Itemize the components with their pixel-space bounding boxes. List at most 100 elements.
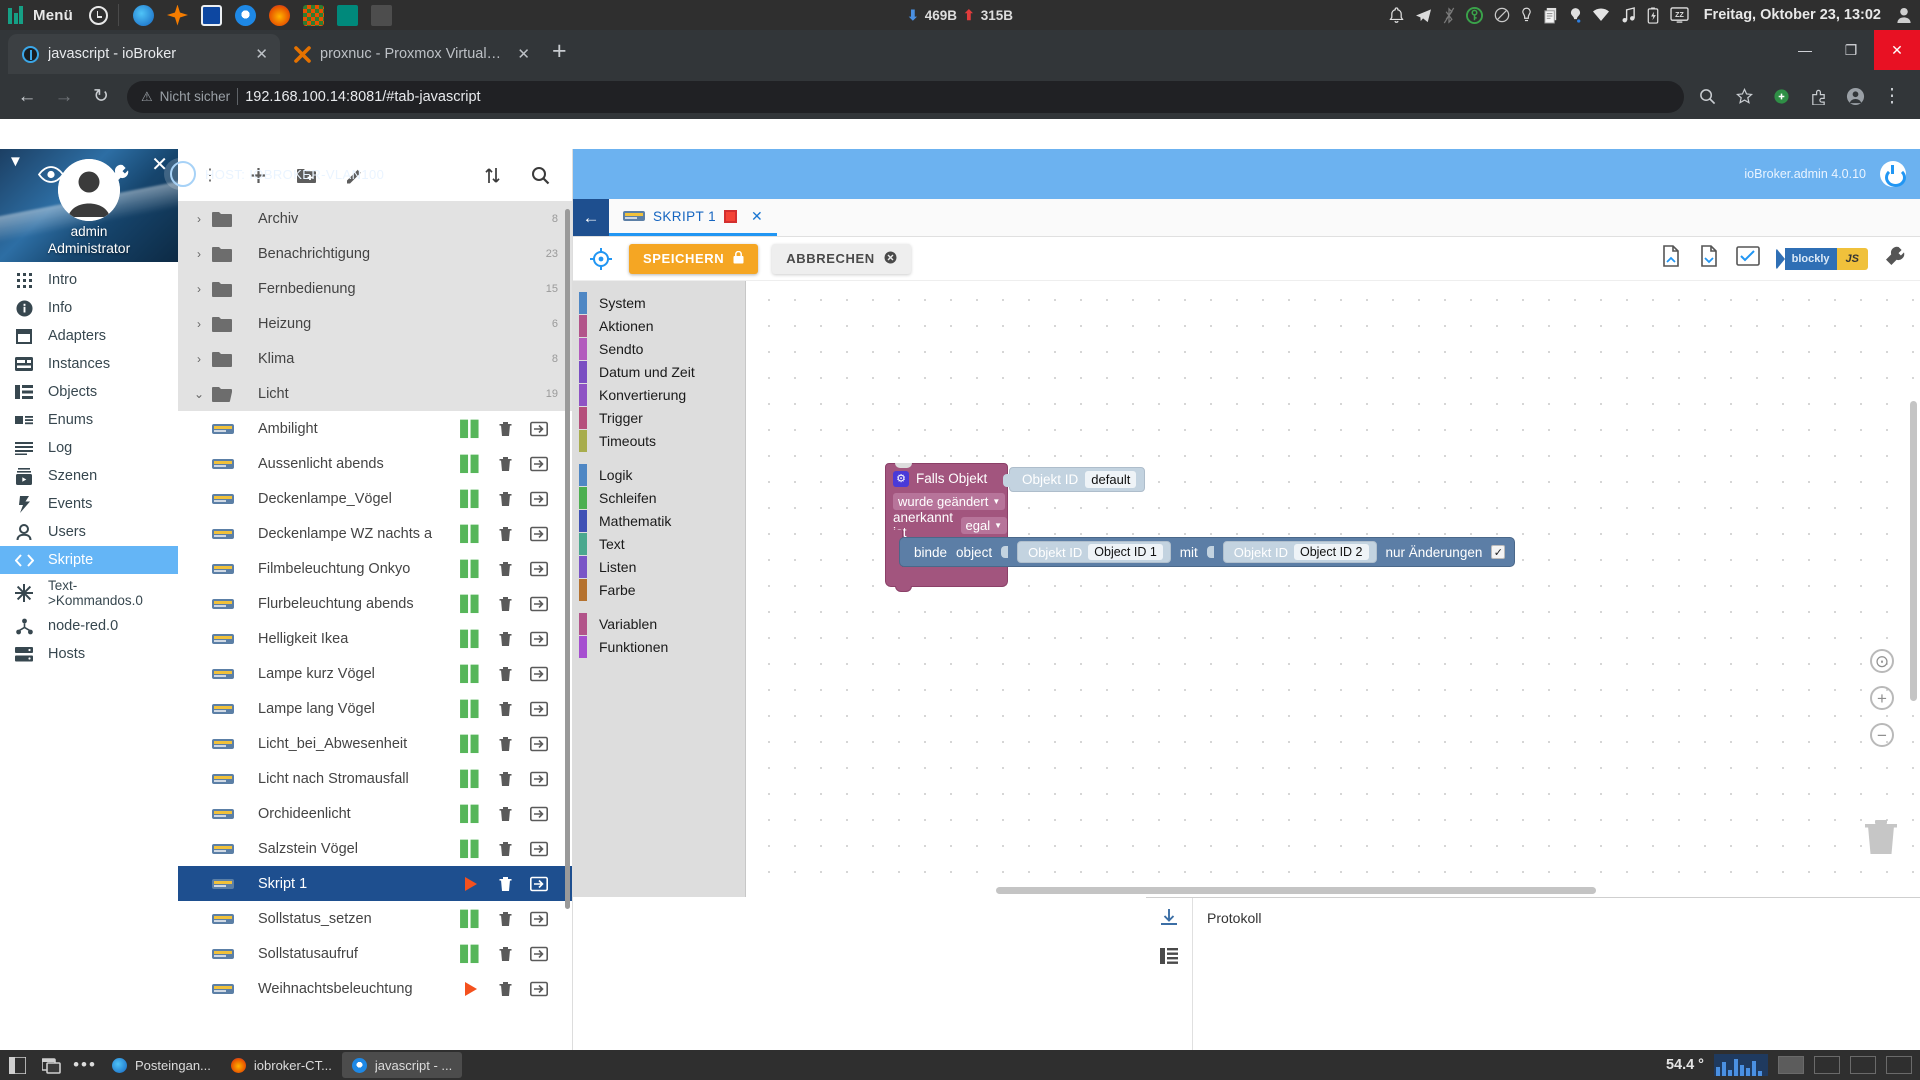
download-icon[interactable] <box>1160 908 1178 931</box>
pause-icon[interactable]: ▋▋ <box>454 630 488 648</box>
bulb-icon[interactable] <box>1521 7 1532 24</box>
search-icon[interactable] <box>1693 80 1721 114</box>
sidebar-item-info[interactable]: Info <box>0 294 178 322</box>
delete-icon[interactable] <box>488 806 522 822</box>
tree-folder-row[interactable]: › Fernbedienung 15 <box>178 271 572 306</box>
delete-icon[interactable] <box>488 526 522 542</box>
mode-js-label[interactable]: JS <box>1836 247 1868 270</box>
window-list-icon[interactable] <box>34 1050 68 1080</box>
delete-icon[interactable] <box>488 736 522 752</box>
move-script-icon[interactable] <box>522 876 556 892</box>
delete-icon[interactable] <box>488 771 522 787</box>
sidebar-item-log[interactable]: Log <box>0 434 178 462</box>
center-icon[interactable]: ⊙ <box>1870 649 1894 673</box>
trash-icon[interactable] <box>1864 818 1898 861</box>
show-desktop-icon[interactable] <box>0 1050 34 1080</box>
wifi-icon[interactable] <box>1592 8 1610 22</box>
toolbox-category-mathematik[interactable]: Mathematik <box>573 509 745 532</box>
delete-icon[interactable] <box>488 841 522 857</box>
delete-icon[interactable] <box>488 491 522 507</box>
workspace-switcher-4[interactable] <box>1886 1056 1912 1074</box>
tree-script-row[interactable]: Filmbeleuchtung Onkyo ▋▋ <box>178 551 572 586</box>
tree-script-row[interactable]: Licht nach Stromausfall ▋▋ <box>178 761 572 796</box>
tree-script-row[interactable]: Orchideenlicht ▋▋ <box>178 796 572 831</box>
toolbox-category-aktionen[interactable]: Aktionen <box>573 314 745 337</box>
more-dots-icon[interactable]: ••• <box>68 1050 102 1080</box>
block-objekt-id-2[interactable]: Objekt ID Object ID 2 <box>1222 541 1377 563</box>
toolbox-category-konvertierung[interactable]: Konvertierung <box>573 383 745 406</box>
move-script-icon[interactable] <box>522 701 556 717</box>
move-script-icon[interactable] <box>522 491 556 507</box>
toolbox-category-variablen[interactable]: Variablen <box>573 612 745 635</box>
back-button[interactable]: ← <box>10 80 44 114</box>
profile-icon[interactable] <box>1841 80 1869 114</box>
target-icon[interactable] <box>587 245 615 273</box>
user-icon[interactable] <box>1896 7 1912 24</box>
sidebar-item-users[interactable]: Users <box>0 518 178 546</box>
check-blocks-icon[interactable] <box>1735 246 1760 271</box>
close-icon[interactable]: ✕ <box>745 208 763 225</box>
delete-icon[interactable] <box>488 911 522 927</box>
pause-icon[interactable]: ▋▋ <box>454 665 488 683</box>
dropdown-ack[interactable]: egal ▼ <box>960 516 1007 534</box>
sidebar-item-adapters[interactable]: Adapters <box>0 322 178 350</box>
export-blocks-icon[interactable] <box>1660 245 1682 272</box>
pause-icon[interactable]: ▋▋ <box>454 700 488 718</box>
new-tab-button[interactable]: + <box>542 35 577 68</box>
pause-icon[interactable]: ▋▋ <box>454 490 488 508</box>
play-icon[interactable] <box>454 981 488 996</box>
power-icon[interactable] <box>1880 161 1906 187</box>
desktop-menu-button[interactable]: Menü <box>0 0 83 30</box>
tree-folder-row[interactable]: › Archiv 8 <box>178 201 572 236</box>
tree-folder-row[interactable]: ⌄ Licht 19 <box>178 376 572 411</box>
block-objekt-id-default[interactable]: Objekt ID default <box>1003 467 1146 492</box>
objid-value-field[interactable]: default <box>1085 471 1137 488</box>
pause-icon[interactable]: ▋▋ <box>454 770 488 788</box>
address-bar[interactable]: ⚠ Nicht sicher 192.168.100.14:8081/#tab-… <box>127 80 1684 113</box>
tree-script-row[interactable]: Helligkeit Ikea ▋▋ <box>178 621 572 656</box>
workspace-switcher-2[interactable] <box>1814 1056 1840 1074</box>
sidebar-item-node-red[interactable]: node-red.0 <box>0 612 178 640</box>
menu-kebab-icon[interactable]: ⋮ <box>1878 80 1906 114</box>
dropdown-change-type[interactable]: wurde geändert ▼ <box>893 492 1006 510</box>
objid1-value-field[interactable]: Object ID 1 <box>1088 544 1163 560</box>
tree-script-row[interactable]: Sollstatusaufruf ▋▋ <box>178 936 572 971</box>
sidebar-item-enums[interactable]: Enums <box>0 406 178 434</box>
chevron-right-icon[interactable]: › <box>186 352 212 366</box>
extension-puzzle-icon[interactable] <box>1767 80 1795 114</box>
texture-icon[interactable] <box>302 4 324 26</box>
telegram-icon[interactable] <box>1415 8 1432 23</box>
sidebar-item-events[interactable]: Events <box>0 490 178 518</box>
firefox-icon[interactable] <box>268 4 290 26</box>
toolbox-category-funktionen[interactable]: Funktionen <box>573 635 745 658</box>
close-window-button[interactable]: ✕ <box>1874 30 1920 70</box>
sidebar-item-skripte[interactable]: Skripte <box>0 546 178 574</box>
delete-icon[interactable] <box>488 701 522 717</box>
chevron-down-icon[interactable]: ⌄ <box>186 387 212 401</box>
toolbox-category-system[interactable]: System <box>573 291 745 314</box>
tree-folder-row[interactable]: › Benachrichtigung 23 <box>178 236 572 271</box>
move-script-icon[interactable] <box>522 631 556 647</box>
tree-script-row[interactable]: Lampe kurz Vögel ▋▋ <box>178 656 572 691</box>
tree-scrollbar[interactable] <box>565 209 570 909</box>
system-monitor-icon[interactable] <box>200 4 222 26</box>
minimize-button[interactable]: — <box>1782 30 1828 70</box>
toolbox-category-listen[interactable]: Listen <box>573 555 745 578</box>
clock-datetime[interactable]: Freitag, Oktober 23, 13:02 <box>1704 7 1881 23</box>
host-chip[interactable]: HOST: IOBROKER-VLAN100 <box>164 158 403 190</box>
chevron-right-icon[interactable]: › <box>186 212 212 226</box>
gear-icon[interactable]: ⚙ <box>893 470 909 487</box>
clock-applet-icon[interactable] <box>88 5 108 25</box>
caffeine-icon[interactable]: ZZ <box>1670 7 1689 23</box>
tree-script-row[interactable]: Deckenlampe_Vögel ▋▋ <box>178 481 572 516</box>
reload-button[interactable]: ↻ <box>84 80 118 114</box>
toolbox-category-logik[interactable]: Logik <box>573 463 745 486</box>
taskbar-item-javascript[interactable]: javascript - ... <box>341 1052 463 1078</box>
pause-icon[interactable]: ▋▋ <box>454 595 488 613</box>
sidebar-item-objects[interactable]: Objects <box>0 378 178 406</box>
tree-script-row[interactable]: Lampe lang Vögel ▋▋ <box>178 691 572 726</box>
tree-script-row[interactable]: Aussenlicht abends ▋▋ <box>178 446 572 481</box>
tree-script-row[interactable]: Flurbeleuchtung abends ▋▋ <box>178 586 572 621</box>
toolbox-category-schleifen[interactable]: Schleifen <box>573 486 745 509</box>
tab-skript-1[interactable]: SKRIPT 1 ✕ <box>609 199 778 236</box>
